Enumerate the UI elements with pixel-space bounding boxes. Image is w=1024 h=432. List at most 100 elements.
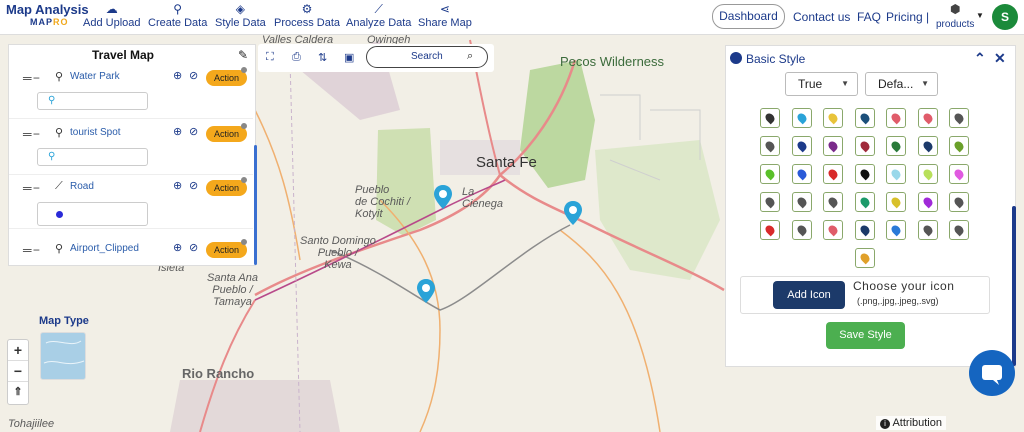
icon-set-dropdown[interactable]: Defa... ▼ <box>865 72 938 96</box>
map-label-cochiti: Pueblo de Cochiti / Kotyit <box>355 184 411 220</box>
layer-name[interactable]: Airport_Clipped <box>70 243 139 254</box>
marker-icon-option[interactable] <box>760 192 780 212</box>
zoom-to-layer-icon[interactable]: ⊕ <box>173 241 182 254</box>
search-input[interactable]: Search <box>411 51 443 62</box>
action-button[interactable]: Action <box>206 242 247 258</box>
zoom-in-button[interactable]: + <box>8 340 28 361</box>
app-logo[interactable]: Map Analysis MAPRO <box>6 2 89 27</box>
close-icon[interactable]: ✕ <box>994 50 1006 67</box>
marker-icon-option[interactable] <box>791 108 812 128</box>
marker-icon-option[interactable] <box>949 220 969 240</box>
layer-style-preview[interactable] <box>37 202 148 226</box>
marker-icon-option[interactable] <box>917 108 938 128</box>
marker-icon-option[interactable] <box>886 220 906 240</box>
marker-icon-option[interactable] <box>791 192 812 212</box>
marker-icon-option[interactable] <box>917 220 938 240</box>
marker-icon-option[interactable] <box>917 192 938 212</box>
zoom-to-layer-icon[interactable]: ⊕ <box>173 179 182 192</box>
layer-name[interactable]: Water Park <box>70 71 120 82</box>
marker-icon-option[interactable] <box>823 192 843 212</box>
marker-icon-option[interactable] <box>917 136 938 156</box>
nav-add-upload[interactable]: ☁ Add Upload <box>83 2 141 29</box>
marker-icon-option[interactable] <box>791 136 812 156</box>
comment-icon[interactable]: ▣ <box>344 51 354 64</box>
hide-layer-icon[interactable]: ⊘ <box>189 179 198 192</box>
layer-name[interactable]: tourist Spot <box>70 127 121 138</box>
marker-icon-option[interactable] <box>886 136 906 156</box>
map-marker-2[interactable] <box>563 200 583 226</box>
layer-row-water-park: ═ − ⚲ Water Park ⊕ ⊘ Action ⚲ <box>9 63 253 119</box>
hide-layer-icon[interactable]: ⊘ <box>189 241 198 254</box>
map-marker-1[interactable] <box>433 184 453 210</box>
nav-create-data[interactable]: ⚲ Create Data <box>148 2 207 29</box>
zoom-out-button[interactable]: − <box>8 361 28 382</box>
marker-icon-option[interactable] <box>886 192 906 212</box>
marker-icon-option[interactable] <box>791 164 812 184</box>
marker-icon-option[interactable] <box>949 108 969 128</box>
search-icon[interactable]: ⌕ <box>467 50 473 63</box>
collapse-icon[interactable]: ⌃ <box>974 50 986 67</box>
action-button[interactable]: Action <box>206 180 247 196</box>
drag-handle-icon[interactable]: ═ − <box>23 127 40 141</box>
marker-icon-option[interactable] <box>854 192 875 212</box>
marker-icon-option[interactable] <box>949 136 969 156</box>
print-icon[interactable]: ⎙ <box>292 51 301 64</box>
compass-icon[interactable]: ⇑ <box>8 382 28 403</box>
hide-layer-icon[interactable]: ⊘ <box>189 69 198 82</box>
search-box[interactable]: Search ⌕ <box>366 46 488 68</box>
action-button[interactable]: Action <box>206 70 247 86</box>
pricing-link[interactable]: Pricing | <box>886 10 929 24</box>
visibility-dropdown[interactable]: True ▼ <box>785 72 858 96</box>
marker-icon-option[interactable] <box>886 164 906 184</box>
marker-icon-option[interactable] <box>854 108 875 128</box>
measure-icon[interactable]: ⇅ <box>318 51 327 64</box>
add-icon-button[interactable]: Add Icon <box>773 281 845 309</box>
contact-us-link[interactable]: Contact us <box>793 10 850 24</box>
marker-icon-option[interactable] <box>823 164 843 184</box>
marker-icon-option[interactable] <box>760 108 780 128</box>
marker-icon-option[interactable] <box>823 108 843 128</box>
marker-icon-option[interactable] <box>949 164 969 184</box>
hide-layer-icon[interactable]: ⊘ <box>189 125 198 138</box>
marker-icon-option[interactable] <box>823 220 843 240</box>
drag-handle-icon[interactable]: ═ − <box>23 181 40 195</box>
marker-icon-option[interactable] <box>760 136 780 156</box>
marker-icon-option[interactable] <box>760 164 780 184</box>
faq-link[interactable]: FAQ <box>857 10 881 24</box>
marker-icon-option[interactable] <box>917 164 938 184</box>
layer-name[interactable]: Road <box>70 181 94 192</box>
nav-analyze-data[interactable]: ⟋ Analyze Data <box>346 2 411 29</box>
user-avatar[interactable]: S <box>992 4 1018 30</box>
marker-icon-option[interactable] <box>854 164 875 184</box>
marker-icon-option[interactable] <box>949 192 969 212</box>
map-marker-3[interactable] <box>416 278 436 304</box>
layer-style-preview[interactable]: ⚲ <box>37 148 148 166</box>
nav-process-data[interactable]: ⚙ Process Data <box>274 2 340 29</box>
marker-icon-option[interactable] <box>886 108 906 128</box>
zoom-to-layer-icon[interactable]: ⊕ <box>173 125 182 138</box>
marker-icon-option[interactable] <box>791 220 812 240</box>
marker-icon-option[interactable] <box>854 248 875 268</box>
layer-panel-scrollbar[interactable] <box>254 145 257 265</box>
marker-icon-option[interactable] <box>823 136 843 156</box>
caret-down-icon[interactable]: ▼ <box>976 11 984 20</box>
attribution-button[interactable]: i Attribution <box>876 416 946 430</box>
marker-icon-option[interactable] <box>760 220 780 240</box>
marker-icon-option[interactable] <box>854 136 875 156</box>
dashboard-button[interactable]: Dashboard <box>712 4 785 29</box>
save-style-button[interactable]: Save Style <box>826 322 905 349</box>
style-panel-scrollbar[interactable] <box>1012 206 1016 366</box>
drag-handle-icon[interactable]: ═ − <box>23 243 40 257</box>
marker-icon-option[interactable] <box>854 220 875 240</box>
chat-button[interactable] <box>969 350 1015 396</box>
nav-share-map[interactable]: ⋖ Share Map <box>418 2 472 29</box>
drag-handle-icon[interactable]: ═ − <box>23 71 40 85</box>
map-type-thumbnail[interactable] <box>40 332 86 380</box>
fullscreen-icon[interactable]: ⛶ <box>266 51 274 64</box>
products-menu[interactable]: ⬢ products <box>936 2 974 30</box>
layer-style-preview[interactable]: ⚲ <box>37 92 148 110</box>
zoom-to-layer-icon[interactable]: ⊕ <box>173 69 182 82</box>
pencil-icon[interactable]: ✎ <box>238 48 248 62</box>
action-button[interactable]: Action <box>206 126 247 142</box>
nav-style-data[interactable]: ◈ Style Data <box>215 2 266 29</box>
